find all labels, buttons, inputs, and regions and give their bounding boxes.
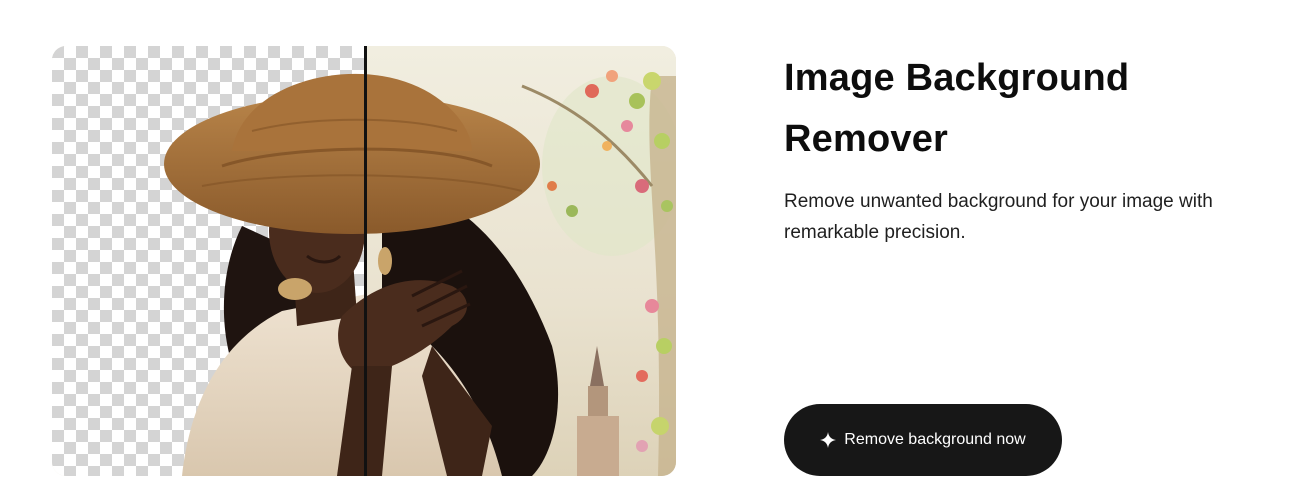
page-title: Image Background Remover: [784, 57, 1130, 160]
page-description: Remove unwanted background for your imag…: [784, 191, 1213, 243]
remove-background-button-label: Remove background now: [844, 431, 1026, 448]
remove-background-button[interactable]: Remove background now: [784, 404, 1062, 476]
before-after-image[interactable]: [52, 46, 676, 476]
sparkle-icon: [820, 432, 837, 448]
comparison-slider[interactable]: [364, 46, 367, 476]
hero-section: Image Background Remover Remove unwanted…: [0, 0, 1295, 500]
